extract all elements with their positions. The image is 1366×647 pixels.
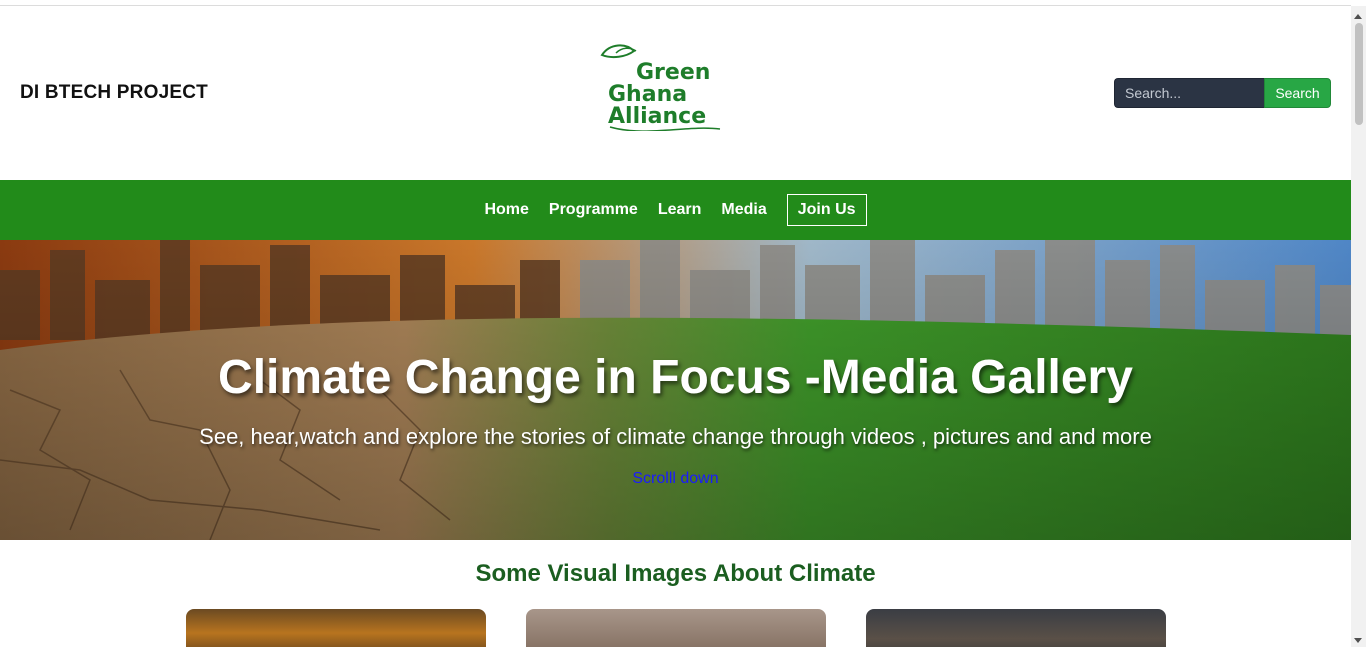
nav-item-programme[interactable]: Programme xyxy=(549,201,638,219)
nav-item-media[interactable]: Media xyxy=(721,201,766,219)
hero-banner: Climate Change in Focus -Media Gallery S… xyxy=(0,240,1351,540)
scroll-down-arrow-icon[interactable] xyxy=(1354,638,1362,643)
site-header: DI BTECH PROJECT Green Ghana Alliance Se… xyxy=(0,6,1351,180)
scroll-down-link[interactable]: Scrolll down xyxy=(632,470,718,487)
search-button[interactable]: Search xyxy=(1264,78,1331,108)
logo-line-3: Alliance xyxy=(608,104,706,129)
search-input[interactable] xyxy=(1114,78,1264,108)
nav-item-home[interactable]: Home xyxy=(484,201,528,219)
scroll-up-arrow-icon[interactable] xyxy=(1354,14,1362,19)
scrollbar-thumb[interactable] xyxy=(1355,23,1363,125)
nav-item-learn[interactable]: Learn xyxy=(658,201,702,219)
gallery-section-title: Some Visual Images About Climate xyxy=(475,560,876,587)
hero-subtitle: See, hear,watch and explore the stories … xyxy=(199,424,1152,449)
green-ghana-alliance-logo[interactable]: Green Ghana Alliance xyxy=(596,39,722,131)
search-form: Search xyxy=(1114,78,1331,108)
hero-title: Climate Change in Focus -Media Gallery xyxy=(218,351,1133,404)
page-scrollbar[interactable] xyxy=(1351,6,1366,647)
brand-title: DI BTECH PROJECT xyxy=(20,82,208,103)
page: DI BTECH PROJECT Green Ghana Alliance Se… xyxy=(0,0,1366,647)
gallery-image-card[interactable] xyxy=(866,609,1166,647)
gallery-image-card[interactable] xyxy=(186,609,486,647)
gallery-image-card[interactable] xyxy=(526,609,826,647)
main-nav: Home Programme Learn Media Join Us xyxy=(0,180,1351,240)
join-us-button[interactable]: Join Us xyxy=(786,194,867,226)
